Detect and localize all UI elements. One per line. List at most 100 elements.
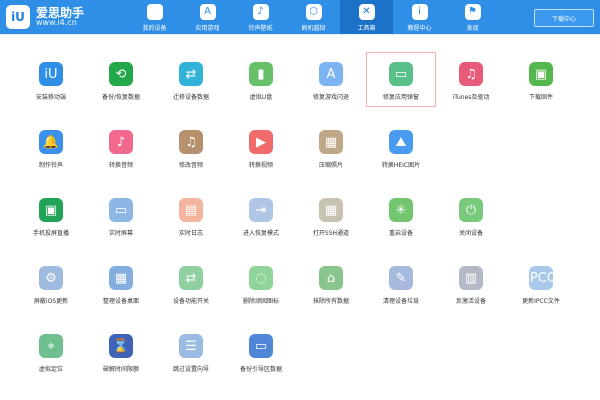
nav-item-toolbox[interactable]: ✕ 工具箱 xyxy=(340,0,393,34)
tool-label: 实时日志 xyxy=(178,230,203,237)
tool-tile[interactable]: IPCC 更新IPCC文件 xyxy=(506,256,576,311)
tool-tile[interactable]: ✎ 清理设备垃圾 xyxy=(366,256,436,311)
tool-tile[interactable]: ▮ 虚拟U盘 xyxy=(226,52,296,107)
tool-label: 打开SSH通道 xyxy=(312,230,350,237)
tool-icon: ▦ xyxy=(319,130,343,154)
tool-label: 迁移设备数据 xyxy=(172,94,209,101)
tool-label: 清理设备垃圾 xyxy=(382,298,419,305)
tool-tile[interactable]: ▭ 备份引导区数据 xyxy=(226,324,296,379)
nav-item-my-device[interactable]: 我的设备 xyxy=(128,0,181,34)
tool-tile[interactable]: ⏻ 关闭设备 xyxy=(436,188,506,243)
tool-icon: ▤ xyxy=(179,198,203,222)
tool-tile[interactable]: A 修复游戏闪退 xyxy=(296,52,366,107)
tool-icon: ⇄ xyxy=(179,62,203,86)
tool-label: 修复应用弹窗 xyxy=(382,94,419,101)
nav-item-tutorials[interactable]: i 教程中心 xyxy=(393,0,446,34)
tool-label: 关闭设备 xyxy=(458,230,483,237)
tool-icon: ⚙ xyxy=(39,266,63,290)
tool-icon: ⇄ xyxy=(179,266,203,290)
tool-icon: ▣ xyxy=(529,62,553,86)
tool-tile[interactable]: ⛰ 转换HEIC图片 xyxy=(366,120,436,175)
tool-label: 破解时间限额 xyxy=(102,366,139,373)
info-icon: i xyxy=(411,4,428,20)
tool-label: 备份引导区数据 xyxy=(239,366,282,373)
tool-label: 重启设备 xyxy=(388,230,413,237)
tool-icon: ⌖ xyxy=(39,334,63,358)
tool-tile[interactable]: ▣ 下载固件 xyxy=(506,52,576,107)
tool-tile[interactable]: ⌖ 虚拟定位 xyxy=(16,324,86,379)
tool-tile[interactable]: ♫ 修改音频 xyxy=(156,120,226,175)
tool-grid: iU 安装移动端 ⟲ 备份/恢复数据 ⇄ 迁移设备数据 ▮ 虚拟U盘 A 修复游戏闪退 ▭ 修复应用弹… xyxy=(16,52,584,392)
tool-tile[interactable]: ▦ 压缩照片 xyxy=(296,120,366,175)
tool-label: 整理设备桌面 xyxy=(102,298,139,305)
tool-tile[interactable]: ⇄ 设备功能开关 xyxy=(156,256,226,311)
tool-tile[interactable]: ✳ 重启设备 xyxy=(366,188,436,243)
tool-row: ⌖ 虚拟定位 ⌛ 破解时间限额 ☰ 跳过设置向导 ▭ 备份引导区数据 xyxy=(16,324,584,379)
tool-tile[interactable]: ▭ 实时屏幕 xyxy=(86,188,156,243)
tool-tile[interactable]: ⌛ 破解时间限额 xyxy=(86,324,156,379)
tool-label: 转换视频 xyxy=(248,162,273,169)
tool-row: ⚙ 屏蔽iOS更新 ▦ 整理设备桌面 ⇄ 设备功能开关 ◌ 删除顽固图标 ⌂ 抹除所有数据 ✎ 清理设… xyxy=(16,256,584,311)
tool-tile[interactable]: iU 安装移动端 xyxy=(16,52,86,107)
tool-label: 修改音频 xyxy=(178,162,203,169)
tool-icon: ▦ xyxy=(319,198,343,222)
tool-tile[interactable]: ♪ 转换音频 xyxy=(86,120,156,175)
tool-icon: IPCC xyxy=(526,266,556,290)
nav-item-ringtones-wallpapers[interactable]: ♪ 铃声壁纸 xyxy=(234,0,287,34)
tool-label: 删除顽固图标 xyxy=(242,298,279,305)
tool-icon: ▮ xyxy=(249,62,273,86)
tool-label: 设备功能开关 xyxy=(172,298,209,305)
tool-label: 虚拟U盘 xyxy=(249,94,273,101)
tool-tile[interactable]: ⇥ 进入恢复模式 xyxy=(226,188,296,243)
brand-url: www.i4.cn xyxy=(36,18,77,28)
toolbox-content: iU 安装移动端 ⟲ 备份/恢复数据 ⇄ 迁移设备数据 ▮ 虚拟U盘 A 修复游戏闪退 ▭ 修复应用弹… xyxy=(0,34,600,400)
tool-icon: ☰ xyxy=(179,334,203,358)
box-icon: ⬡ xyxy=(305,4,322,20)
tool-tile[interactable]: ⇄ 迁移设备数据 xyxy=(156,52,226,107)
tool-tile[interactable]: ⟲ 备份/恢复数据 xyxy=(86,52,156,107)
tool-icon: ⌛ xyxy=(109,334,133,358)
tool-tile[interactable]: ⌂ 抹除所有数据 xyxy=(296,256,366,311)
tool-label: iTunes及驱动 xyxy=(452,94,490,101)
tool-icon: ♫ xyxy=(179,130,203,154)
app-store-icon: A xyxy=(199,4,216,20)
tool-label: 备份/恢复数据 xyxy=(101,94,141,101)
nav-label: 刷机越狱 xyxy=(301,25,326,32)
tool-icon: ✳ xyxy=(389,198,413,222)
tool-row: iU 安装移动端 ⟲ 备份/恢复数据 ⇄ 迁移设备数据 ▮ 虚拟U盘 A 修复游戏闪退 ▭ 修复应用弹… xyxy=(16,52,584,107)
tool-icon: A xyxy=(319,62,343,86)
tool-label: 抹除所有数据 xyxy=(312,298,349,305)
tool-tile[interactable]: ▦ 打开SSH通道 xyxy=(296,188,366,243)
brand-text: 爱思助手 www.i4.cn xyxy=(36,6,84,28)
tool-tile[interactable]: ▤ 实时日志 xyxy=(156,188,226,243)
tool-label: 跳过设置向导 xyxy=(172,366,209,373)
main-nav: 我的设备 A 应用游戏 ♪ 铃声壁纸 ⬡ 刷机越狱 ✕ 工具箱 i 教程中心 ⚑… xyxy=(128,0,499,34)
tool-label: 制作铃声 xyxy=(38,162,63,169)
tool-icon: ⇥ xyxy=(249,198,273,222)
tool-tile[interactable]: ◌ 删除顽固图标 xyxy=(226,256,296,311)
nav-item-discover[interactable]: ⚑ 发现 xyxy=(446,0,499,34)
tool-tile[interactable]: ▶ 转换视频 xyxy=(226,120,296,175)
tool-label: 屏蔽iOS更新 xyxy=(33,298,69,305)
tool-icon: ◌ xyxy=(249,266,273,290)
nav-label: 工具箱 xyxy=(357,25,376,32)
tool-tile[interactable]: ⚙ 屏蔽iOS更新 xyxy=(16,256,86,311)
nav-item-flash-jailbreak[interactable]: ⬡ 刷机越狱 xyxy=(287,0,340,34)
tool-tile-selected[interactable]: ▭ 修复应用弹窗 xyxy=(366,52,436,107)
tool-label: 转换HEIC图片 xyxy=(381,162,421,169)
tool-icon: ✎ xyxy=(389,266,413,290)
nav-label: 我的设备 xyxy=(142,25,167,32)
tool-label: 手机投屏直播 xyxy=(32,230,69,237)
tool-icon: ▭ xyxy=(249,334,273,358)
tool-tile[interactable]: ▦ 整理设备桌面 xyxy=(86,256,156,311)
flag-icon: ⚑ xyxy=(464,4,481,20)
tool-label: 更新IPCC文件 xyxy=(522,298,560,305)
tool-tile[interactable]: ♫ iTunes及驱动 xyxy=(436,52,506,107)
download-center-button[interactable]: 下载中心 xyxy=(534,9,594,27)
tool-tile[interactable]: ▥ 反激活设备 xyxy=(436,256,506,311)
nav-item-apps-games[interactable]: A 应用游戏 xyxy=(181,0,234,34)
tool-tile[interactable]: ▣ 手机投屏直播 xyxy=(16,188,86,243)
tool-label: 压缩照片 xyxy=(318,162,343,169)
tool-tile[interactable]: ☰ 跳过设置向导 xyxy=(156,324,226,379)
tool-tile[interactable]: 🔔 制作铃声 xyxy=(16,120,86,175)
